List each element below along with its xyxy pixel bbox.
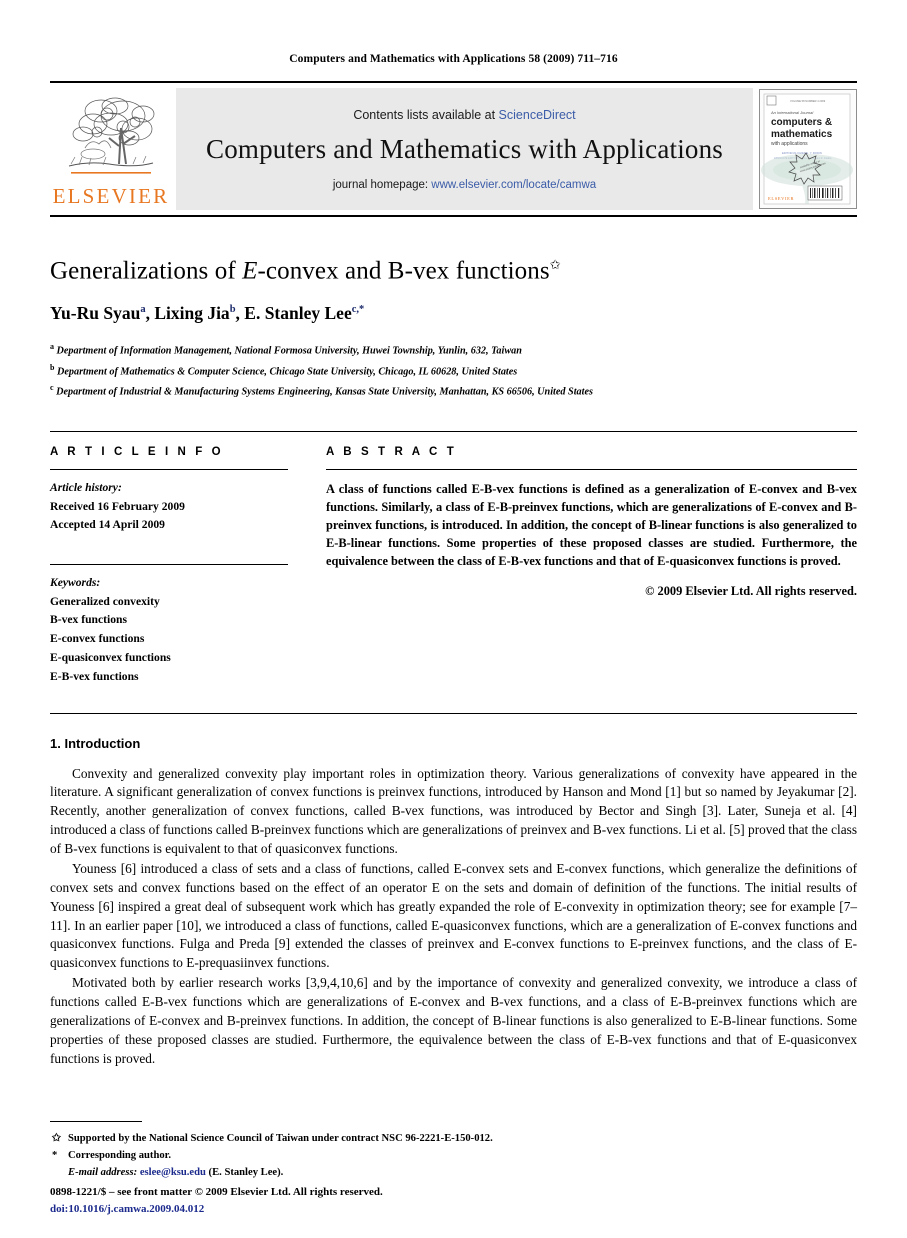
author-1: Yu-Ru Syau xyxy=(50,303,141,324)
article-info-heading: A R T I C L E I N F O xyxy=(50,446,224,459)
article-history-item: Received 16 February 2009 xyxy=(50,499,185,513)
affiliation-list: a Department of Information Management, … xyxy=(50,340,857,401)
email-label: E-mail address: xyxy=(68,1167,138,1178)
elsevier-logo: ELSEVIER xyxy=(50,83,172,215)
svg-text:with applications: with applications xyxy=(771,141,808,147)
affiliation-marker: a xyxy=(50,342,54,352)
keywords-label: Keywords: xyxy=(50,576,101,590)
abstract-copyright: © 2009 Elsevier Ltd. All rights reserved… xyxy=(645,583,857,598)
keyword-item: B-vex functions xyxy=(50,613,127,627)
abstract-text: A class of functions called E-B-vex func… xyxy=(326,482,857,569)
journal-band: Contents lists available at ScienceDirec… xyxy=(176,88,753,210)
author-3-affil-marker[interactable]: c, xyxy=(352,305,359,316)
keyword-item: E-B-vex functions xyxy=(50,669,139,683)
keyword-item: E-quasiconvex functions xyxy=(50,651,171,665)
imprint-block: 0898-1221/$ – see front matter © 2009 El… xyxy=(50,1184,857,1218)
author-list: Yu-Ru Syaua, Lixing Jiab, E. Stanley Lee… xyxy=(50,303,857,324)
footnote-funding: ✩ Supported by the National Science Counc… xyxy=(50,1130,857,1147)
email-link[interactable]: eslee@ksu.edu xyxy=(140,1167,206,1178)
journal-cover-thumbnail: VOLUME 58 NUMBER 4 2009 An International… xyxy=(759,89,857,209)
doi-link[interactable]: doi:10.1016/j.camwa.2009.04.012 xyxy=(50,1201,857,1218)
introduction-section: 1. Introduction Convexity and generalize… xyxy=(50,712,857,1069)
affiliation-item: b Department of Mathematics & Computer S… xyxy=(50,361,857,381)
affiliation-marker: b xyxy=(50,362,55,372)
contents-prefix: Contents lists available at xyxy=(353,107,499,122)
footnote-star-marker: ✩ xyxy=(52,1132,61,1144)
affiliation-marker: c xyxy=(50,382,54,392)
title-block: Generalizations of E-convex and B-vex fu… xyxy=(50,257,857,401)
keywords-rule xyxy=(50,564,288,566)
journal-title: Computers and Mathematics with Applicati… xyxy=(205,133,724,164)
journal-masthead: ELSEVIER Contents lists available at Sci… xyxy=(50,81,857,217)
author-sep-2: , xyxy=(235,303,245,324)
footnote-block: ✩ Supported by the National Science Counc… xyxy=(50,1120,857,1182)
affiliation-text: Department of Industrial & Manufacturing… xyxy=(56,386,593,398)
keywords-block: Keywords: Generalized convexity B-vex fu… xyxy=(50,555,288,686)
title-part-1: Generalizations of xyxy=(50,257,243,285)
abstract-heading: A B S T R A C T xyxy=(326,446,457,459)
svg-text:computers &: computers & xyxy=(771,117,832,128)
journal-homepage-link[interactable]: www.elsevier.com/locate/camwa xyxy=(431,179,596,191)
running-head: Computers and Mathematics with Applicati… xyxy=(289,53,618,65)
introduction-paragraph: Motivated both by earlier research works… xyxy=(50,975,857,1066)
footnote-corresponding: * Corresponding author. xyxy=(50,1147,857,1164)
footnote-corresponding-text: Corresponding author. xyxy=(68,1149,172,1161)
article-info-column: A R T I C L E I N F O Article history: R… xyxy=(50,446,288,687)
elsevier-wordmark: ELSEVIER xyxy=(52,183,170,208)
author-2: Lixing Jia xyxy=(154,303,230,324)
article-history-item: Accepted 14 April 2009 xyxy=(50,518,165,532)
contents-available-line: Contents lists available at ScienceDirec… xyxy=(353,108,575,122)
page-title: Generalizations of E-convex and B-vex fu… xyxy=(50,257,857,285)
affiliation-text: Department of Mathematics & Computer Sci… xyxy=(57,365,518,377)
footnote-funding-text: Supported by the National Science Counci… xyxy=(68,1132,493,1144)
introduction-paragraph: Youness [6] introduced a class of sets a… xyxy=(50,860,857,971)
section-heading-introduction: 1. Introduction xyxy=(50,735,141,751)
keyword-item: E-convex functions xyxy=(50,632,145,646)
affiliation-item: a Department of Information Management, … xyxy=(50,340,857,360)
sciencedirect-link[interactable]: ScienceDirect xyxy=(499,108,576,122)
paper-page: Computers and Mathematics with Applicati… xyxy=(0,0,907,1238)
article-history-block: Article history: Received 16 February 20… xyxy=(50,470,288,535)
abstract-column: A B S T R A C T A class of functions cal… xyxy=(326,446,857,687)
author-sep-1: , xyxy=(145,303,155,324)
journal-homepage-line: journal homepage: www.elsevier.com/locat… xyxy=(333,179,596,191)
affiliation-item: c Department of Industrial & Manufacturi… xyxy=(50,381,857,401)
info-abstract-row: A R T I C L E I N F O Article history: R… xyxy=(50,431,857,687)
svg-text:mathematics: mathematics xyxy=(771,129,833,140)
homepage-prefix: journal homepage: xyxy=(332,178,432,191)
svg-text:VOLUME 58 NUMBER 4 2009: VOLUME 58 NUMBER 4 2009 xyxy=(790,99,826,103)
title-italic-e: E xyxy=(242,257,258,285)
corresponding-author-marker[interactable]: * xyxy=(359,305,364,316)
article-history-label: Article history: xyxy=(50,481,122,495)
title-part-2: -convex and B-vex functions xyxy=(257,257,550,285)
elsevier-tree-icon xyxy=(68,97,155,174)
title-footnote-marker[interactable]: ✩ xyxy=(550,257,561,272)
svg-text:ELSEVIER: ELSEVIER xyxy=(768,196,794,201)
footnote-email-row: E-mail address: eslee@ksu.edu (E. Stanle… xyxy=(50,1164,857,1182)
footnote-rule xyxy=(50,1120,142,1122)
email-owner: (E. Stanley Lee). xyxy=(208,1167,284,1178)
footnote-asterisk-marker: * xyxy=(52,1149,58,1161)
journal-cover-artwork: VOLUME 58 NUMBER 4 2009 An International… xyxy=(760,90,854,208)
introduction-paragraph: Convexity and generalized convexity play… xyxy=(50,765,857,857)
author-3: E. Stanley Lee xyxy=(244,303,352,324)
affiliation-text: Department of Information Management, Na… xyxy=(56,345,522,357)
abstract-body: A class of functions called E-B-vex func… xyxy=(326,470,857,599)
svg-text:An International Journal: An International Journal xyxy=(770,110,813,115)
issn-front-matter-line: 0898-1221/$ – see front matter © 2009 El… xyxy=(50,1185,383,1198)
keyword-item: Generalized convexity xyxy=(50,594,160,608)
